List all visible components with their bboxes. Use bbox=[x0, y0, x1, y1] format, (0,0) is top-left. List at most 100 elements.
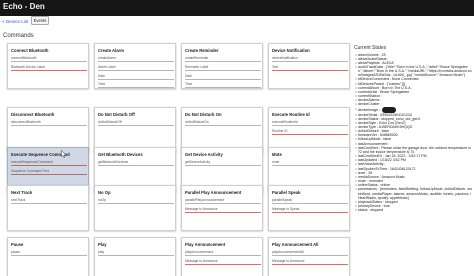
parameter-label: parallelSpeak bbox=[272, 198, 292, 202]
command-parameter-input[interactable]: Time bbox=[185, 82, 261, 88]
field-underline bbox=[185, 78, 261, 80]
field-underline bbox=[98, 78, 174, 80]
state-item: • permissions : [reminders, flashBriefing… bbox=[354, 187, 472, 199]
field-underline bbox=[11, 69, 87, 71]
command-button[interactable]: Create Alarm bbox=[98, 48, 124, 53]
events-button[interactable]: Events bbox=[31, 16, 49, 25]
window-title: Echo - Den bbox=[3, 2, 45, 11]
command-card: Create Reminder createReminder Reminder La… bbox=[181, 43, 263, 89]
parameter-label: getBluetoothDevices bbox=[98, 160, 129, 164]
parameter-label: Message to Speak bbox=[272, 207, 300, 211]
parameter-label: doNotDisturbOff bbox=[98, 120, 122, 124]
command-button[interactable]: Connect Bluetooth bbox=[11, 48, 48, 53]
command-card: Play play bbox=[94, 237, 176, 276]
command-button[interactable]: Parallel Speak bbox=[272, 190, 300, 195]
command-method-field: createReminder bbox=[185, 56, 261, 62]
command-card: Pause pause bbox=[7, 237, 89, 276]
command-card: Play Announcement All playAnnouncementAll… bbox=[268, 237, 350, 276]
parameter-label: disconnectBluetooth bbox=[11, 120, 41, 124]
command-button[interactable]: Next Track bbox=[11, 190, 32, 195]
command-button[interactable]: Device Notification bbox=[272, 48, 310, 53]
parameter-label: Time bbox=[185, 82, 193, 86]
field-underline bbox=[98, 254, 174, 256]
field-underline bbox=[272, 69, 348, 71]
command-card: No Op noOp bbox=[94, 185, 176, 231]
command-button[interactable]: Get Bluetooth Devices bbox=[98, 152, 143, 157]
state-item: • status : stopped bbox=[354, 208, 472, 212]
command-parameter-input[interactable]: Message to Announce bbox=[272, 259, 348, 265]
state-value: permissions : [reminders, flashBriefing,… bbox=[358, 187, 472, 199]
field-underline bbox=[98, 69, 174, 71]
parameter-label: Text bbox=[272, 65, 279, 69]
parameter-label: getDeviceActivity bbox=[185, 160, 211, 164]
command-card: Parallel Speak parallelSpeak Message to Sp… bbox=[268, 185, 350, 231]
command-button[interactable]: Parallel Play Announcement bbox=[185, 190, 241, 195]
command-card: Device Notification deviceNotification Tex… bbox=[268, 43, 350, 89]
command-button[interactable]: Disconnect Bluetooth bbox=[11, 112, 54, 117]
field-underline bbox=[11, 202, 87, 204]
command-parameter-input[interactable]: Date bbox=[185, 74, 261, 80]
field-underline bbox=[11, 173, 87, 175]
command-method-field: doNotDisturbOn bbox=[185, 120, 261, 126]
command-button[interactable]: Create Reminder bbox=[185, 48, 219, 53]
parameter-label: Bluetooth Device Label bbox=[11, 65, 45, 69]
parameter-label: Reminder Label bbox=[185, 65, 209, 69]
parameter-label: deviceNotification bbox=[272, 56, 298, 60]
command-parameter-input[interactable]: Time bbox=[98, 82, 174, 88]
command-button[interactable]: Mute bbox=[272, 152, 282, 157]
command-button[interactable]: Play Announcement bbox=[185, 242, 225, 247]
field-underline bbox=[272, 202, 348, 204]
command-method-field: getDeviceActivity bbox=[185, 160, 261, 166]
field-underline bbox=[11, 164, 87, 166]
field-underline bbox=[272, 60, 348, 62]
command-method-field: executeRoutineId bbox=[272, 120, 348, 126]
parameter-label: nextTrack bbox=[11, 198, 26, 202]
command-method-field: createAlarm bbox=[98, 56, 174, 62]
command-button[interactable]: No Op bbox=[98, 190, 111, 195]
command-parameter-input[interactable]: Message to Announce bbox=[185, 207, 261, 213]
device-list-link[interactable]: < Device List bbox=[2, 19, 28, 24]
command-button[interactable]: Execute Routine Id bbox=[272, 112, 310, 117]
command-parameter-input[interactable]: Message to Announce bbox=[185, 259, 261, 265]
command-method-field: pause bbox=[11, 250, 87, 256]
parameter-label: Date bbox=[185, 74, 192, 78]
command-parameter-input[interactable]: Date bbox=[98, 74, 174, 80]
field-underline bbox=[272, 133, 348, 135]
parameter-label: Date bbox=[98, 74, 105, 78]
command-parameter-input[interactable]: Sequence Command Text bbox=[11, 169, 87, 175]
command-button[interactable]: Play Announcement All bbox=[272, 242, 318, 247]
state-value: lastCmdSent : Please close the garage do… bbox=[358, 146, 472, 154]
title-bar: Echo - Den bbox=[0, 0, 474, 16]
command-button[interactable]: Play bbox=[98, 242, 107, 247]
parameter-label: noOp bbox=[98, 198, 107, 202]
field-underline bbox=[98, 164, 174, 166]
field-underline bbox=[185, 124, 261, 126]
field-underline bbox=[185, 263, 261, 265]
command-button[interactable]: Do Not Disturb Off bbox=[98, 112, 135, 117]
field-underline bbox=[185, 211, 261, 213]
commands-heading: Commands bbox=[3, 33, 34, 39]
parameter-label: Message to Announce bbox=[185, 207, 218, 211]
command-card: Create Alarm createAlarm Alarm Label Date Ti… bbox=[94, 43, 176, 89]
command-parameter-input[interactable]: Message to Speak bbox=[272, 207, 348, 213]
command-card: Play Announcement playAnnouncement Message… bbox=[181, 237, 263, 276]
command-button[interactable]: Get Device Activity bbox=[185, 152, 223, 157]
parameter-label: Alarm Label bbox=[98, 65, 116, 69]
command-parameter-input[interactable]: Text bbox=[272, 65, 348, 71]
command-parameter-input[interactable]: Bluetooth Device Label bbox=[11, 65, 87, 71]
command-button[interactable]: Do Not Disturb On bbox=[185, 112, 222, 117]
command-method-field: doNotDisturbOff bbox=[98, 120, 174, 126]
field-underline bbox=[98, 124, 174, 126]
command-method-field: parallelPlayAnnouncement bbox=[185, 198, 261, 204]
command-parameter-input[interactable]: Routine ID bbox=[272, 129, 348, 135]
command-method-field: connectBluetooth bbox=[11, 56, 87, 62]
command-button[interactable]: Pause bbox=[11, 242, 23, 247]
command-parameter-input[interactable]: Reminder Label bbox=[185, 65, 261, 71]
parameter-label: pause bbox=[11, 250, 20, 254]
state-value: status : stopped bbox=[358, 208, 472, 212]
parameter-label: Message to Announce bbox=[185, 259, 218, 263]
parameter-label: parallelPlayAnnouncement bbox=[185, 198, 225, 202]
field-underline bbox=[11, 254, 87, 256]
command-parameter-input[interactable]: Alarm Label bbox=[98, 65, 174, 71]
field-underline bbox=[272, 164, 348, 166]
